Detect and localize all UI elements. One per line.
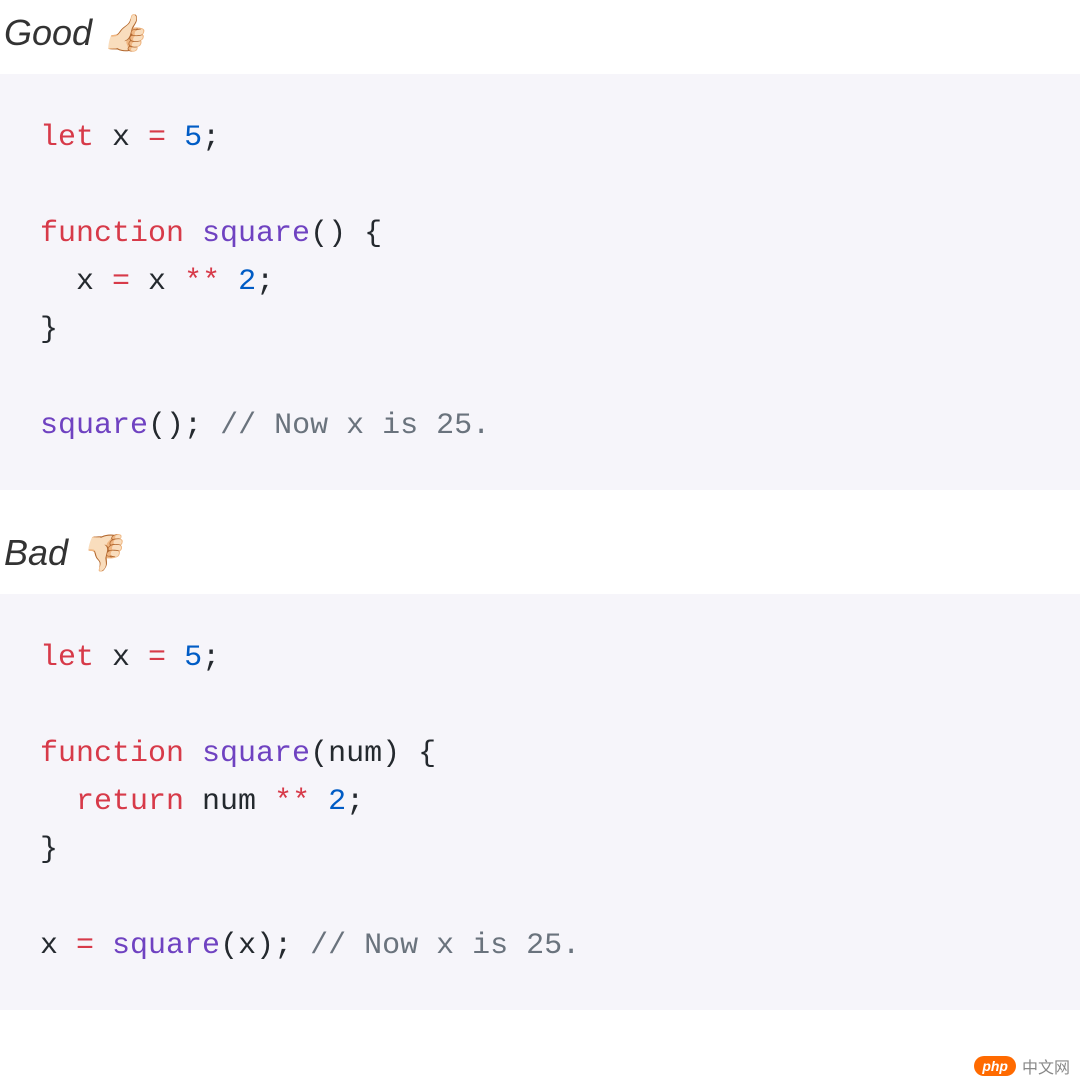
indent: [40, 785, 76, 819]
keyword-function: function: [40, 737, 184, 771]
op-eq: =: [112, 265, 130, 299]
watermark: php 中文网: [974, 1054, 1070, 1078]
space: [166, 641, 184, 675]
brace-open: {: [400, 737, 436, 771]
space: [184, 217, 202, 251]
space: [202, 409, 220, 443]
indent: [40, 265, 76, 299]
space: [220, 265, 238, 299]
paren-close: );: [256, 929, 292, 963]
arg-x: x: [238, 929, 256, 963]
var-x: x: [94, 121, 148, 155]
bad-code-block: let x = 5; function square(num) { return…: [0, 594, 1080, 1010]
comment: // Now x is 25.: [310, 929, 580, 963]
paren-open: (: [220, 929, 238, 963]
space: [184, 737, 202, 771]
var-x: x: [76, 265, 112, 299]
var-num: num: [184, 785, 274, 819]
number-2: 2: [238, 265, 256, 299]
semicolon: ;: [202, 121, 220, 155]
op-pow: **: [184, 265, 220, 299]
brace-open: {: [346, 217, 382, 251]
space: [310, 785, 328, 819]
keyword-let: let: [40, 121, 94, 155]
watermark-badge: php: [974, 1056, 1016, 1076]
op-pow: **: [274, 785, 310, 819]
semicolon: ;: [256, 265, 274, 299]
var-x-rhs: x: [130, 265, 184, 299]
space: [94, 929, 112, 963]
fn-call-square: square: [40, 409, 148, 443]
keyword-return: return: [76, 785, 184, 819]
comment: // Now x is 25.: [220, 409, 490, 443]
var-x-lhs: x: [40, 929, 76, 963]
fn-name-square: square: [202, 217, 310, 251]
space: [166, 121, 184, 155]
param-num: num: [328, 737, 382, 771]
parens: (): [310, 217, 346, 251]
keyword-let: let: [40, 641, 94, 675]
brace-close: }: [40, 833, 58, 867]
semicolon: ;: [202, 641, 220, 675]
op-eq: =: [148, 641, 166, 675]
fn-name-square: square: [202, 737, 310, 771]
semicolon: ;: [346, 785, 364, 819]
paren-open: (: [310, 737, 328, 771]
bad-label: Bad 👎🏻: [0, 520, 1080, 594]
brace-close: }: [40, 313, 58, 347]
keyword-function: function: [40, 217, 184, 251]
good-label: Good 👍🏻: [0, 0, 1080, 74]
good-code-block: let x = 5; function square() { x = x ** …: [0, 74, 1080, 490]
watermark-text: 中文网: [1022, 1054, 1070, 1078]
fn-call-square: square: [112, 929, 220, 963]
space: [292, 929, 310, 963]
paren-close: ): [382, 737, 400, 771]
op-eq: =: [76, 929, 94, 963]
number-5: 5: [184, 121, 202, 155]
call-parens: ();: [148, 409, 202, 443]
number-5: 5: [184, 641, 202, 675]
number-2: 2: [328, 785, 346, 819]
var-x: x: [94, 641, 148, 675]
op-eq: =: [148, 121, 166, 155]
